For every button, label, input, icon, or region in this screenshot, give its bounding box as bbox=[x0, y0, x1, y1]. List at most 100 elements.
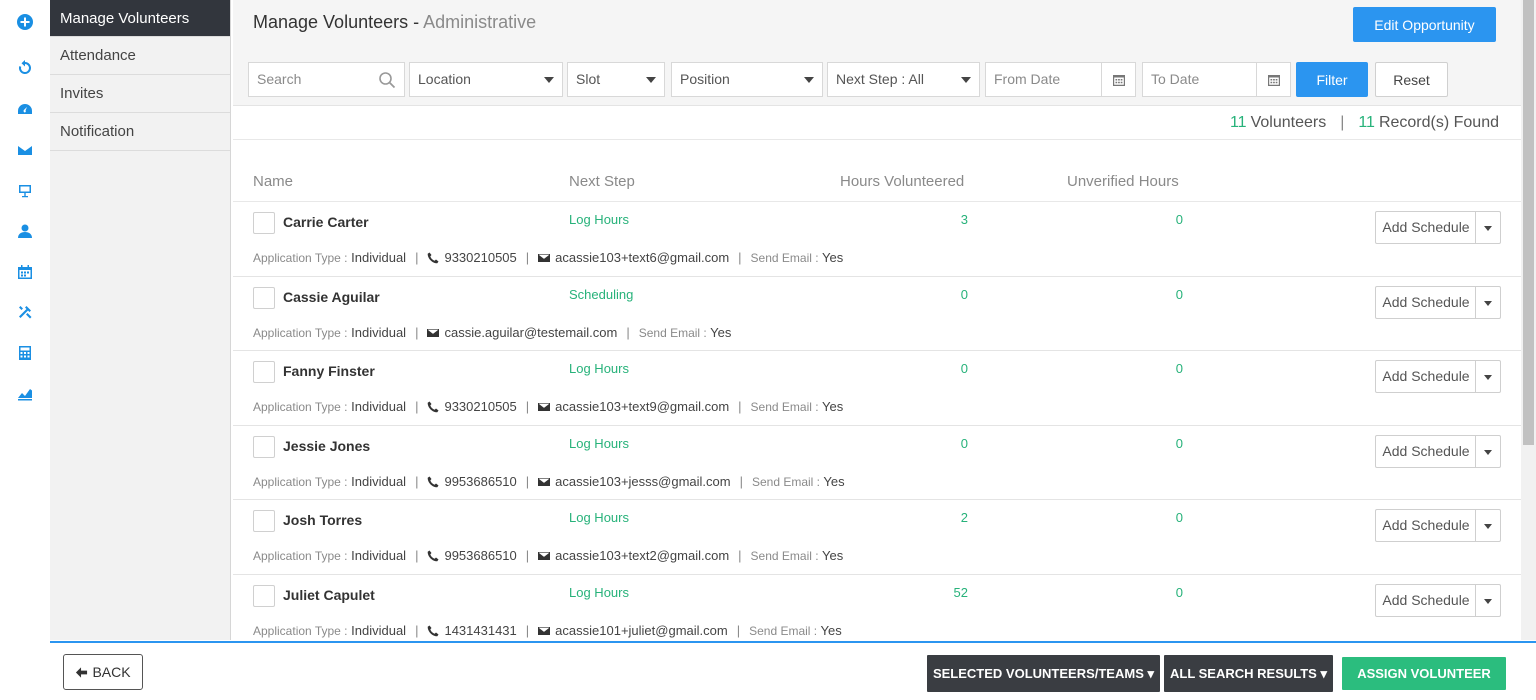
meta-divider: | bbox=[415, 399, 419, 414]
search-placeholder: Search bbox=[257, 71, 302, 87]
unverified-hours: 0 bbox=[1175, 584, 1183, 600]
mail-icon[interactable] bbox=[15, 140, 35, 160]
add-schedule-button[interactable]: Add Schedule bbox=[1375, 360, 1501, 393]
sidebar-item-attendance[interactable]: Attendance bbox=[50, 37, 230, 75]
page-header: Manage Volunteers - Administrative Edit … bbox=[233, 0, 1521, 52]
from-date-input[interactable]: From Date bbox=[985, 62, 1136, 97]
volunteer-name[interactable]: Carrie Carter bbox=[283, 214, 369, 230]
meta-divider: | bbox=[415, 473, 419, 489]
search-input[interactable]: Search bbox=[248, 62, 405, 97]
column-next-step[interactable]: Next Step bbox=[569, 173, 635, 190]
add-schedule-button[interactable]: Add Schedule bbox=[1375, 211, 1501, 244]
calendar-icon[interactable] bbox=[1256, 63, 1290, 96]
row-checkbox[interactable] bbox=[253, 212, 275, 234]
add-icon[interactable] bbox=[15, 12, 35, 32]
next-step-value[interactable]: Log Hours bbox=[569, 585, 629, 600]
volunteer-count-label: Volunteers bbox=[1250, 114, 1327, 131]
all-search-results-button[interactable]: ALL SEARCH RESULTS ▾ bbox=[1164, 655, 1333, 692]
email-value[interactable]: acassie103+jesss@gmail.com bbox=[555, 474, 730, 489]
location-select[interactable]: Location bbox=[409, 62, 563, 97]
send-email-label: Send Email : bbox=[750, 400, 819, 414]
application-type-value: Individual bbox=[351, 250, 407, 265]
position-select[interactable]: Position bbox=[671, 62, 823, 97]
send-email-value: Yes bbox=[821, 399, 844, 414]
add-schedule-label: Add Schedule bbox=[1382, 293, 1470, 310]
column-hours[interactable]: Hours Volunteered bbox=[840, 173, 964, 190]
add-schedule-dropdown[interactable] bbox=[1475, 435, 1500, 467]
add-schedule-button[interactable]: Add Schedule bbox=[1375, 285, 1501, 319]
application-type-label: Application Type : bbox=[253, 251, 348, 265]
row-checkbox[interactable] bbox=[253, 361, 275, 383]
scrollbar-thumb[interactable] bbox=[1523, 0, 1534, 445]
volunteer-name[interactable]: Cassie Aguilar bbox=[283, 289, 380, 305]
email-value[interactable]: cassie.aguilar@testemail.com bbox=[444, 325, 617, 340]
add-schedule-dropdown[interactable] bbox=[1475, 212, 1500, 243]
envelope-icon bbox=[538, 403, 551, 411]
reset-button[interactable]: Reset bbox=[1375, 62, 1448, 97]
meta-divider: | bbox=[415, 250, 419, 265]
add-schedule-button[interactable]: Add Schedule bbox=[1375, 509, 1501, 542]
scrollbar[interactable] bbox=[1521, 0, 1536, 640]
column-name[interactable]: Name bbox=[253, 173, 293, 190]
selected-volunteers-label: SELECTED VOLUNTEERS/TEAMS bbox=[932, 665, 1144, 681]
phone-value: 9330210505 bbox=[444, 250, 517, 265]
next-step-value[interactable]: Log Hours bbox=[569, 361, 629, 376]
user-icon[interactable] bbox=[15, 221, 35, 241]
email-value[interactable]: acassie101+juliet@gmail.com bbox=[555, 623, 728, 638]
assign-volunteer-button[interactable]: ASSIGN VOLUNTEER bbox=[1342, 657, 1506, 690]
slot-select[interactable]: Slot bbox=[567, 62, 665, 97]
volunteer-name[interactable]: Juliet Capulet bbox=[283, 587, 375, 603]
filter-button[interactable]: Filter bbox=[1296, 62, 1368, 97]
icon-rail bbox=[0, 0, 50, 700]
hours-volunteered: 0 bbox=[960, 286, 968, 302]
presentation-icon[interactable] bbox=[15, 181, 35, 201]
calendar-icon[interactable] bbox=[15, 262, 35, 282]
volunteer-name[interactable]: Fanny Finster bbox=[283, 363, 375, 379]
tools-icon[interactable] bbox=[15, 302, 35, 322]
all-search-results-label: ALL SEARCH RESULTS bbox=[1169, 665, 1317, 681]
calculator-icon[interactable] bbox=[15, 343, 35, 363]
sidebar-item-manage-volunteers[interactable]: Manage Volunteers bbox=[50, 0, 230, 37]
add-schedule-dropdown[interactable] bbox=[1475, 584, 1500, 616]
add-schedule-dropdown[interactable] bbox=[1475, 361, 1500, 392]
dashboard-icon[interactable] bbox=[15, 100, 35, 120]
next-step-value[interactable]: Log Hours bbox=[569, 510, 629, 525]
edit-opportunity-button[interactable]: Edit Opportunity bbox=[1353, 7, 1496, 42]
calendar-icon[interactable] bbox=[1101, 63, 1135, 96]
next-step-select[interactable]: Next Step : All bbox=[827, 62, 980, 97]
add-schedule-dropdown[interactable] bbox=[1475, 286, 1500, 318]
to-date-input[interactable]: To Date bbox=[1142, 62, 1291, 97]
page-title-text: Manage Volunteers bbox=[253, 12, 409, 32]
add-schedule-dropdown[interactable] bbox=[1475, 510, 1500, 541]
unverified-hours: 0 bbox=[1175, 286, 1183, 302]
refresh-icon[interactable] bbox=[15, 58, 35, 78]
meta-divider: | bbox=[738, 548, 742, 563]
envelope-icon bbox=[538, 626, 551, 635]
selected-volunteers-button[interactable]: SELECTED VOLUNTEERS/TEAMS ▾ bbox=[927, 655, 1160, 692]
email-value[interactable]: acassie103+text6@gmail.com bbox=[555, 250, 729, 265]
next-step-value[interactable]: Scheduling bbox=[569, 287, 633, 302]
row-checkbox[interactable] bbox=[253, 286, 275, 309]
meta-divider: | bbox=[739, 473, 743, 489]
send-email-label: Send Email : bbox=[749, 623, 818, 638]
next-step-value[interactable]: Log Hours bbox=[569, 212, 629, 227]
sidebar-item-invites[interactable]: Invites bbox=[50, 75, 230, 113]
row-checkbox[interactable] bbox=[253, 584, 275, 607]
email-value[interactable]: acassie103+text9@gmail.com bbox=[555, 399, 729, 414]
row-checkbox[interactable] bbox=[253, 510, 275, 532]
hours-volunteered: 52 bbox=[953, 584, 968, 600]
add-schedule-button[interactable]: Add Schedule bbox=[1375, 434, 1501, 468]
next-step-value[interactable]: Log Hours bbox=[569, 436, 629, 451]
chart-icon[interactable] bbox=[15, 383, 35, 403]
volunteer-name[interactable]: Jessie Jones bbox=[283, 438, 370, 454]
row-checkbox[interactable] bbox=[253, 435, 275, 458]
volunteer-name[interactable]: Josh Torres bbox=[283, 512, 362, 528]
add-schedule-button[interactable]: Add Schedule bbox=[1375, 583, 1501, 617]
email-value[interactable]: acassie103+text2@gmail.com bbox=[555, 548, 729, 563]
send-email-label: Send Email : bbox=[750, 251, 819, 265]
slot-value: Slot bbox=[576, 71, 601, 87]
table-row: Juliet Capulet Log Hours 52 0 Applicatio… bbox=[233, 575, 1521, 641]
column-unverified[interactable]: Unverified Hours bbox=[1067, 173, 1179, 190]
back-button[interactable]: BACK bbox=[63, 654, 143, 690]
sidebar-item-notification[interactable]: Notification bbox=[50, 113, 230, 151]
